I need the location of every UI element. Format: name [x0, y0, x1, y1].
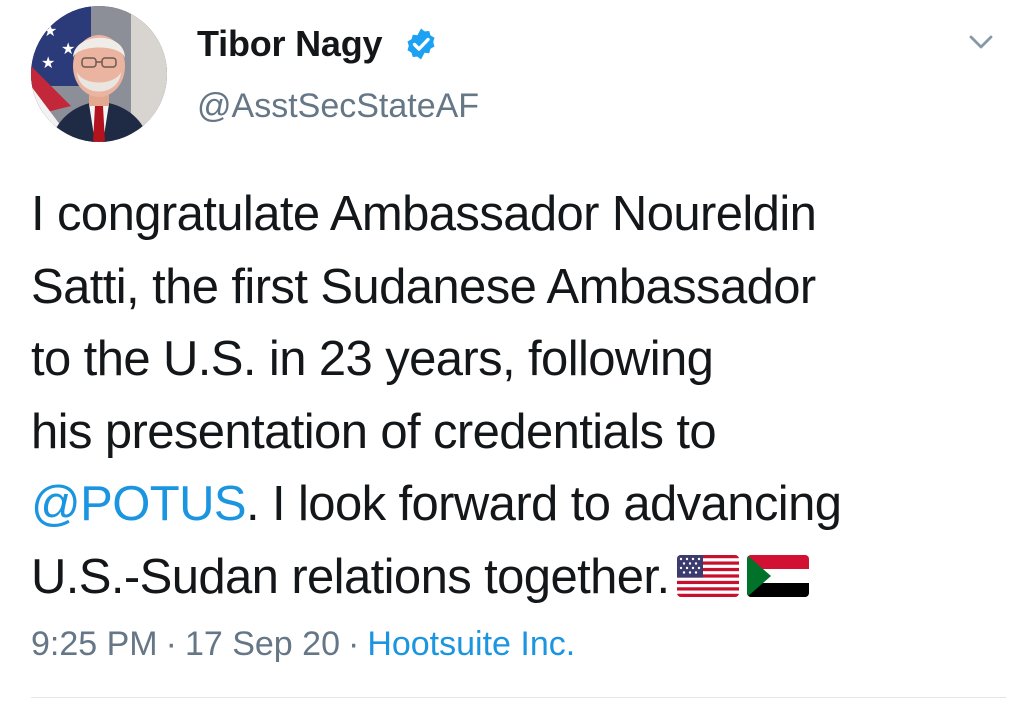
verified-badge-icon [404, 27, 438, 61]
source-app-link[interactable]: Hootsuite Inc. [367, 625, 575, 663]
tweet-time[interactable]: 9:25 PM [31, 625, 158, 663]
tweet-metadata: 9:25 PM · 17 Sep 20 · Hootsuite Inc. [31, 622, 575, 666]
tweet-date[interactable]: 17 Sep 20 [185, 625, 340, 663]
separator-dot: · [165, 625, 177, 663]
tweet-line: I congratulate Ambassador Noureldin [31, 187, 817, 241]
svg-text:★: ★ [41, 53, 55, 72]
svg-text:★: ★ [61, 39, 75, 58]
us-flag-icon [677, 555, 740, 598]
separator-dot: · [347, 625, 360, 663]
divider [31, 697, 1006, 698]
chevron-down-icon[interactable] [966, 30, 996, 54]
tweet-line: to the U.S. in 23 years, following [31, 332, 714, 387]
tweet-card: ★ ★ ★ Tibor Nagy @AsstSecStateAF I congr… [0, 0, 1024, 704]
svg-text:★: ★ [43, 21, 57, 40]
tweet-line: his presentation of credentials to [31, 404, 717, 459]
potus-mention-link[interactable]: @POTUS [31, 477, 247, 531]
tweet-line-text: U.S.-Sudan relations together. [31, 549, 670, 604]
avatar[interactable]: ★ ★ ★ [31, 6, 167, 142]
tweet-line-text: . I look forward to advancing [245, 477, 842, 532]
sudan-flag-icon [747, 555, 810, 598]
tweet-text: I congratulate Ambassador Noureldin Satt… [31, 178, 1006, 614]
tweet-line: @POTUS. I look forward to advancing [31, 468, 1006, 541]
tweet-line: U.S.-Sudan relations together. [31, 541, 1006, 614]
tweet-line: Satti, the first Sudanese Ambassador [31, 259, 816, 314]
user-handle[interactable]: @AsstSecStateAF [197, 84, 479, 128]
profile-photo-icon: ★ ★ ★ [31, 6, 167, 142]
display-name[interactable]: Tibor Nagy [197, 22, 383, 66]
